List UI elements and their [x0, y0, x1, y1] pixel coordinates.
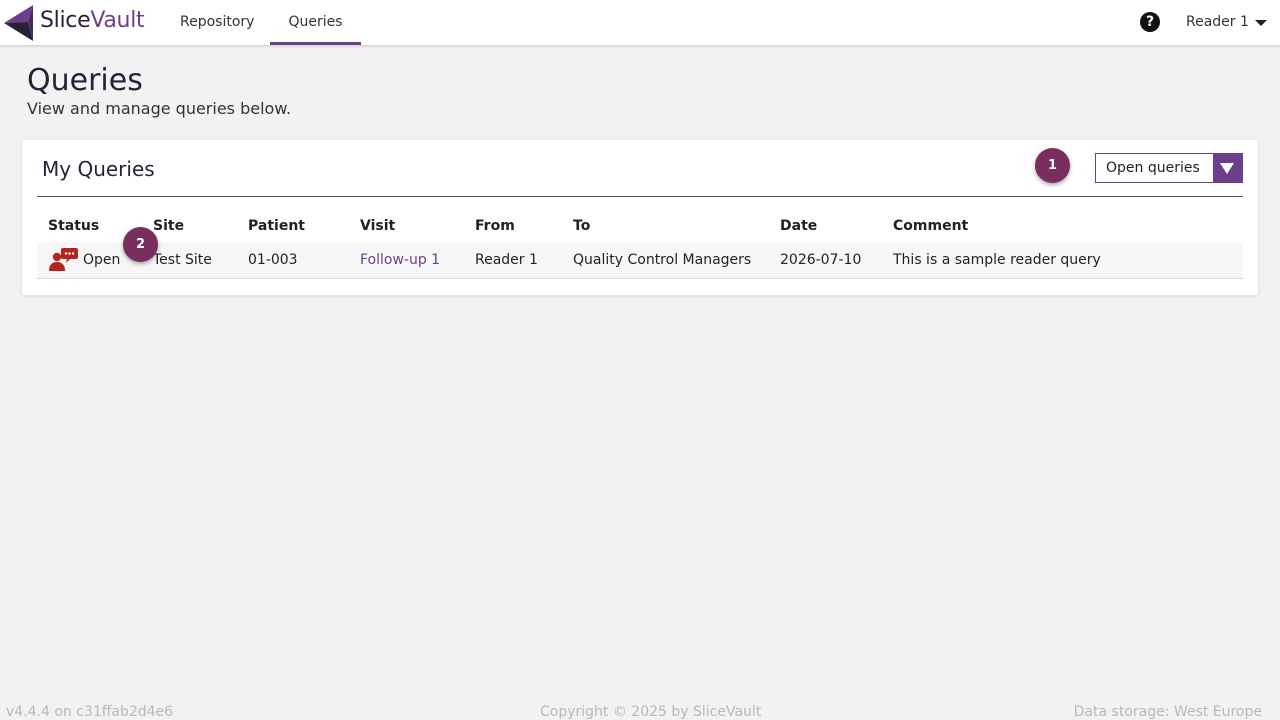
step-badge-1: 1 [1035, 148, 1070, 183]
triangle-down-icon [1220, 163, 1234, 174]
column-header-comment[interactable]: Comment [893, 218, 968, 234]
query-filter-select[interactable]: Open queries [1095, 153, 1243, 183]
cell-to: Quality Control Managers [573, 252, 752, 268]
dropdown-button[interactable] [1213, 154, 1242, 182]
card-divider [37, 196, 1243, 197]
card-title: My Queries [42, 157, 155, 181]
column-header-date[interactable]: Date [780, 218, 817, 234]
active-tab-indicator [270, 42, 361, 45]
top-bar: SliceVault Repository Queries ? Reader 1 [0, 0, 1280, 45]
column-header-status[interactable]: Status [48, 218, 99, 234]
my-queries-card: My Queries 1 Open queries Status Site Pa… [22, 140, 1258, 295]
column-header-visit[interactable]: Visit [360, 218, 395, 234]
column-header-to[interactable]: To [573, 218, 590, 234]
column-header-site[interactable]: Site [153, 218, 184, 234]
chevron-down-icon[interactable] [1255, 20, 1267, 26]
footer-version: v4.4.4 on c31ffab2d4e6 [6, 704, 174, 720]
cell-status: Open [83, 252, 121, 268]
column-header-from[interactable]: From [475, 218, 515, 234]
cell-comment: This is a sample reader query [893, 252, 1101, 268]
brand-vault: Vault [90, 8, 145, 33]
page-subtitle: View and manage queries below. [27, 99, 292, 118]
user-menu[interactable]: Reader 1 [1186, 0, 1249, 45]
footer-data-storage: Data storage: West Europe [1073, 704, 1262, 720]
step-badge-2: 2 [123, 227, 158, 262]
cell-site: Test Site [153, 252, 212, 268]
slicevault-logo-icon[interactable] [4, 4, 34, 42]
nav-repository[interactable]: Repository [180, 0, 254, 45]
brand-name[interactable]: SliceVault [40, 8, 145, 33]
help-icon[interactable]: ? [1140, 12, 1160, 32]
cell-date: 2026-07-10 [780, 252, 862, 268]
footer-copyright: Copyright © 2025 by SliceVault [540, 704, 762, 720]
nav-queries[interactable]: Queries [270, 0, 361, 45]
page-title: Queries [27, 63, 143, 98]
column-header-patient[interactable]: Patient [248, 218, 305, 234]
brand-slice: Slice [40, 8, 91, 33]
cell-from: Reader 1 [475, 252, 538, 268]
nav-queries-label: Queries [288, 14, 343, 30]
query-filter-value: Open queries [1106, 160, 1200, 176]
open-query-icon [49, 248, 78, 271]
cell-patient: 01-003 [248, 252, 298, 268]
visit-link[interactable]: Follow-up 1 [360, 252, 440, 268]
